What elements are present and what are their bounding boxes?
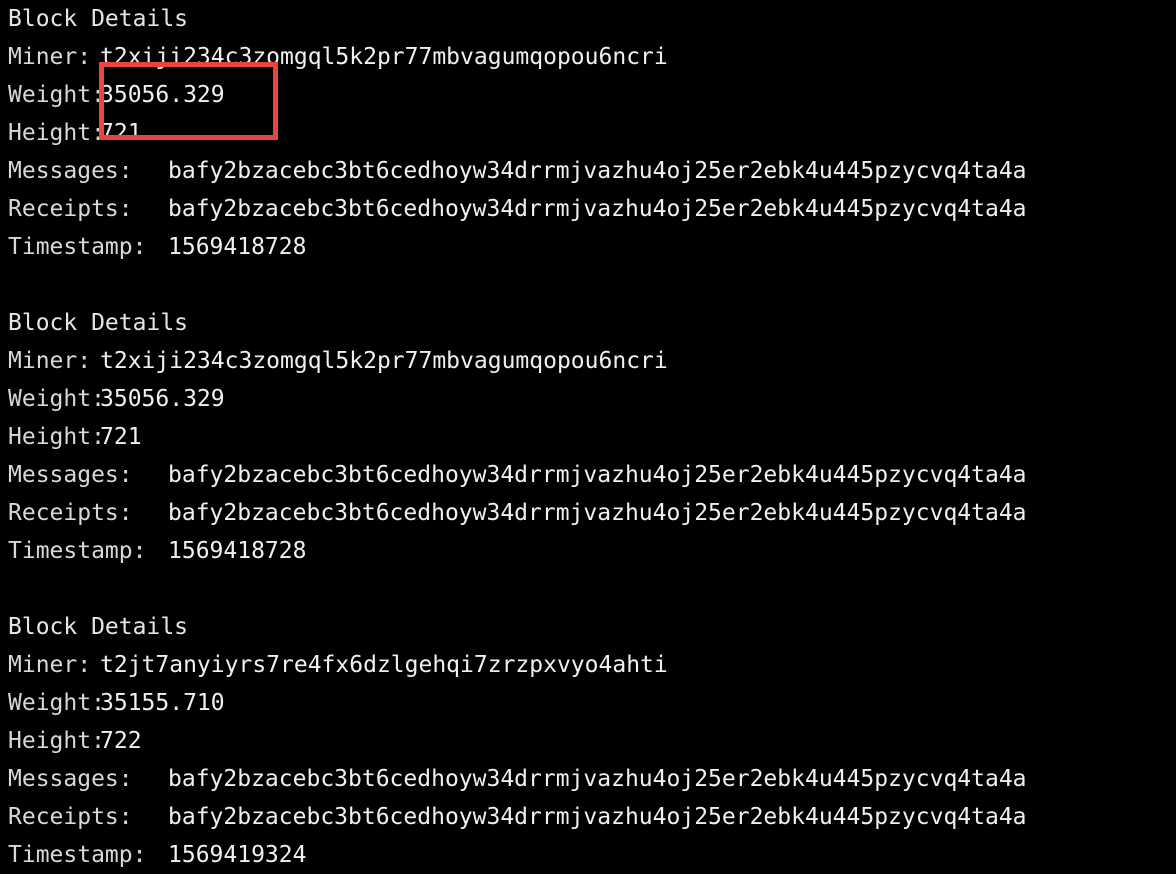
- timestamp-row: Timestamp: 1569418728: [0, 228, 1176, 266]
- receipts-row: Receipts: bafy2bzacebc3bt6cedhoyw34drrmjv…: [0, 494, 1176, 532]
- height-row: Height:722: [0, 722, 1176, 760]
- block-1-height-value: 721: [100, 120, 142, 146]
- height-label: Height:: [8, 424, 105, 450]
- timestamp-value: 1569418728: [168, 538, 307, 564]
- height-row: Height:721: [0, 418, 1176, 456]
- receipts-value: bafy2bzacebc3bt6cedhoyw34drrmjvazhu4oj25…: [168, 196, 1027, 222]
- messages-label: Messages:: [8, 766, 133, 792]
- timestamp-row: Timestamp: 1569418728: [0, 532, 1176, 570]
- miner-row: Miner: t2jt7anyiyrs7re4fx6dzlgehqi7zrzpxv…: [0, 646, 1176, 684]
- blank-separator: [0, 266, 1176, 304]
- weight-label: Weight:: [8, 690, 105, 716]
- block-title: Block Details: [8, 310, 189, 336]
- messages-value: bafy2bzacebc3bt6cedhoyw34drrmjvazhu4oj25…: [168, 462, 1027, 488]
- miner-row: Miner: t2xiji234c3zomgql5k2pr77mbvagumqop…: [0, 342, 1176, 380]
- receipts-label: Receipts:: [8, 500, 133, 526]
- weight-label: Weight:: [8, 82, 105, 108]
- messages-label: Messages:: [8, 462, 133, 488]
- receipts-label: Receipts:: [8, 196, 133, 222]
- height-value: 721: [100, 424, 142, 450]
- weight-value: 35056.329: [100, 386, 225, 412]
- block-details-entry: Block Details Miner: t2xiji234c3zomgql5k2…: [0, 304, 1176, 570]
- messages-row: Messages: bafy2bzacebc3bt6cedhoyw34drrmjv…: [0, 760, 1176, 798]
- miner-label: Miner:: [8, 348, 92, 374]
- receipts-value: bafy2bzacebc3bt6cedhoyw34drrmjvazhu4oj25…: [168, 500, 1027, 526]
- timestamp-label: Timestamp:: [8, 538, 147, 564]
- messages-row: Messages: bafy2bzacebc3bt6cedhoyw34drrmjv…: [0, 456, 1176, 494]
- messages-row: Messages: bafy2bzacebc3bt6cedhoyw34drrmjv…: [0, 152, 1176, 190]
- timestamp-value: 1569418728: [168, 234, 307, 260]
- miner-row: Miner: t2xiji234c3zomgql5k2pr77mbvagumqop…: [0, 38, 1176, 76]
- timestamp-label: Timestamp:: [8, 234, 147, 260]
- block-details-entry: Block Details Miner: t2xiji234c3zomgql5k2…: [0, 0, 1176, 266]
- miner-value: t2xiji234c3zomgql5k2pr77mbvagumqopou6ncr…: [100, 348, 668, 374]
- height-label: Height:: [8, 728, 105, 754]
- weight-label: Weight:: [8, 386, 105, 412]
- block-details-entry: Block Details Miner: t2jt7anyiyrs7re4fx6d…: [0, 608, 1176, 874]
- weight-row: Weight:35056.329: [0, 76, 1176, 114]
- miner-value: t2xiji234c3zomgql5k2pr77mbvagumqopou6ncr…: [100, 44, 668, 70]
- receipts-label: Receipts:: [8, 804, 133, 830]
- receipts-row: Receipts: bafy2bzacebc3bt6cedhoyw34drrmjv…: [0, 798, 1176, 836]
- height-value: 722: [100, 728, 142, 754]
- messages-label: Messages:: [8, 158, 133, 184]
- blank-separator: [0, 570, 1176, 608]
- messages-value: bafy2bzacebc3bt6cedhoyw34drrmjvazhu4oj25…: [168, 158, 1027, 184]
- receipts-value: bafy2bzacebc3bt6cedhoyw34drrmjvazhu4oj25…: [168, 804, 1027, 830]
- weight-row: Weight:35056.329: [0, 380, 1176, 418]
- miner-label: Miner:: [8, 44, 92, 70]
- miner-label: Miner:: [8, 652, 92, 678]
- weight-row: Weight:35155.710: [0, 684, 1176, 722]
- height-label: Height:: [8, 120, 105, 146]
- block-title: Block Details: [8, 6, 189, 32]
- terminal-output: Block Details Miner: t2xiji234c3zomgql5k2…: [0, 0, 1176, 868]
- messages-value: bafy2bzacebc3bt6cedhoyw34drrmjvazhu4oj25…: [168, 766, 1027, 792]
- timestamp-value: 1569419324: [168, 842, 307, 868]
- miner-value: t2jt7anyiyrs7re4fx6dzlgehqi7zrzpxvyo4aht…: [100, 652, 668, 678]
- height-row: Height:721: [0, 114, 1176, 152]
- block-title: Block Details: [8, 614, 189, 640]
- timestamp-label: Timestamp:: [8, 842, 147, 868]
- weight-value: 35155.710: [100, 690, 225, 716]
- block-1-weight-value: 35056.329: [100, 82, 225, 108]
- timestamp-row: Timestamp: 1569419324: [0, 836, 1176, 874]
- receipts-row: Receipts: bafy2bzacebc3bt6cedhoyw34drrmjv…: [0, 190, 1176, 228]
